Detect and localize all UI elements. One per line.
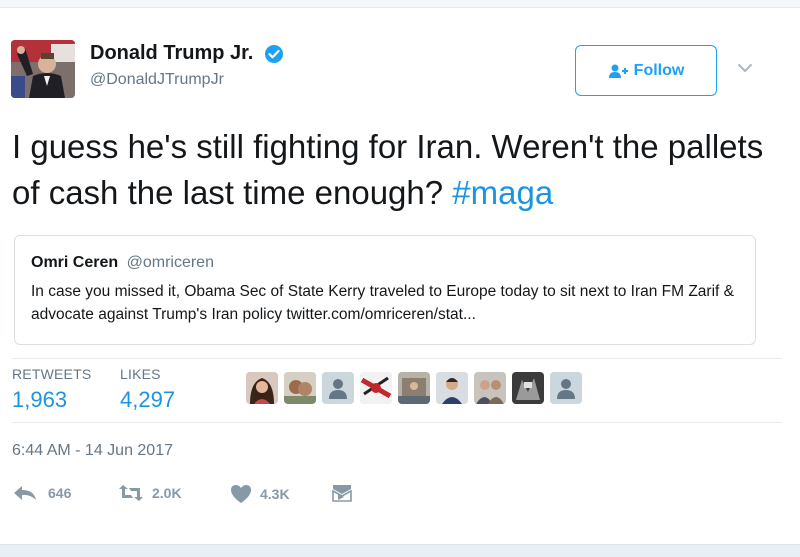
divider — [12, 422, 782, 423]
liker-avatar[interactable] — [474, 372, 506, 404]
liker-avatar-default[interactable] — [550, 372, 582, 404]
tweet-timestamp[interactable]: 6:44 AM - 14 Jun 2017 — [12, 442, 173, 460]
direct-message-icon — [332, 485, 352, 502]
bottom-strip — [0, 544, 800, 557]
chevron-down-icon[interactable] — [737, 63, 753, 73]
tweet-body: I guess he's still fighting for Iran. We… — [12, 128, 764, 211]
quoted-author-handle: @omriceren — [126, 254, 214, 271]
retweet-count: 2.0K — [152, 485, 182, 501]
like-count: 4.3K — [260, 486, 290, 502]
like-button[interactable]: 4.3K — [230, 484, 290, 504]
retweet-icon — [119, 485, 143, 501]
tweet-text: I guess he's still fighting for Iran. We… — [12, 124, 782, 216]
liker-avatar[interactable] — [360, 372, 392, 404]
author-display-name[interactable]: Donald Trump Jr. — [90, 42, 253, 65]
liker-avatar[interactable] — [246, 372, 278, 404]
follow-button-label: Follow — [633, 61, 685, 79]
liker-avatar[interactable] — [512, 372, 544, 404]
likes-value: 4,297 — [120, 387, 176, 412]
avatar-image — [11, 40, 75, 98]
author-avatar[interactable] — [11, 40, 75, 98]
reply-count: 646 — [48, 485, 72, 501]
add-user-icon — [608, 64, 628, 78]
liker-avatar-default[interactable] — [322, 372, 354, 404]
direct-message-button[interactable] — [332, 484, 352, 502]
likes-label: LIKES — [120, 366, 161, 382]
quoted-author-name: Omri Ceren — [31, 254, 119, 271]
retweets-value: 1,963 — [12, 387, 68, 412]
top-strip — [0, 0, 800, 8]
reply-button[interactable]: 646 — [12, 484, 71, 502]
hashtag-link[interactable]: #maga — [452, 174, 553, 211]
follow-button[interactable]: Follow — [575, 45, 717, 96]
likes-stat[interactable]: LIKES 4,297 — [120, 366, 175, 413]
quoted-tweet-card[interactable]: Omri Ceren @omriceren In case you missed… — [14, 235, 756, 345]
quoted-tweet-text: In case you missed it, Obama Sec of Stat… — [31, 283, 734, 323]
heart-icon — [231, 485, 251, 503]
verified-badge-icon — [264, 44, 283, 63]
author-header[interactable]: Donald Trump Jr. @DonaldJTrumpJr — [90, 42, 284, 89]
divider — [12, 358, 782, 359]
reply-icon — [14, 486, 36, 500]
liker-avatar[interactable] — [398, 372, 430, 404]
retweets-stat[interactable]: RETWEETS 1,963 — [12, 366, 91, 413]
likers-avatar-row — [246, 372, 582, 404]
author-screen-name[interactable]: @DonaldJTrumpJr — [90, 71, 284, 89]
retweets-label: RETWEETS — [12, 366, 92, 382]
liker-avatar[interactable] — [436, 372, 468, 404]
retweet-button[interactable]: 2.0K — [118, 484, 182, 502]
liker-avatar[interactable] — [284, 372, 316, 404]
